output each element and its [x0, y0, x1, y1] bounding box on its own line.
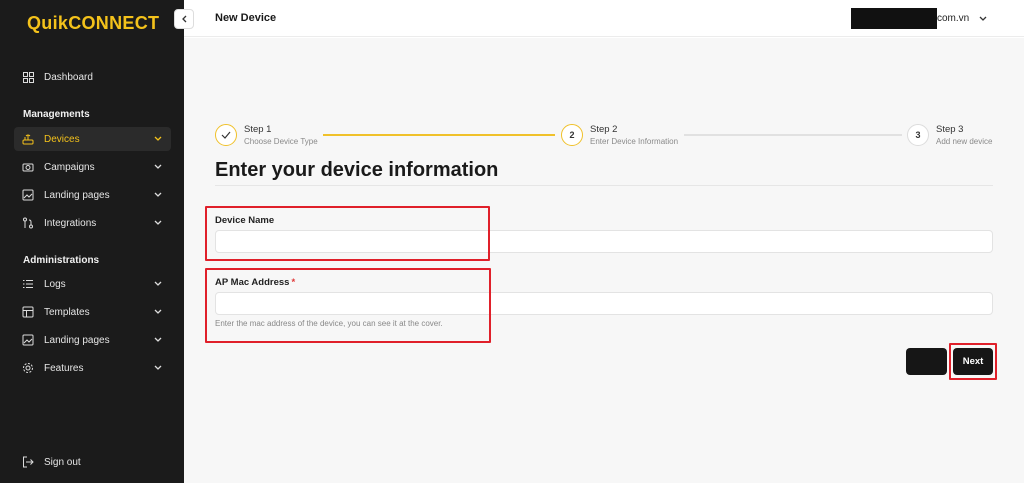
sign-out-button[interactable]: Sign out — [14, 450, 171, 474]
section-title-administrations: Administrations — [23, 255, 100, 266]
step-subtitle: Enter Device Information — [590, 137, 679, 146]
router-icon — [22, 133, 34, 145]
sidebar-item-label: Campaigns — [44, 161, 95, 173]
sidebar-item-integrations[interactable]: Integrations — [14, 211, 171, 235]
sidebar-item-logs[interactable]: Logs — [14, 272, 171, 296]
account-menu[interactable]: com.vn — [851, 8, 989, 29]
app-window: QuikCONNECT Dashboard Managements Device… — [0, 0, 1024, 483]
top-header: New Device com.vn — [184, 0, 1024, 37]
sidebar-item-label: Templates — [44, 306, 90, 318]
grid-icon — [22, 71, 34, 83]
list-icon — [22, 278, 34, 290]
sidebar-item-devices[interactable]: Devices — [14, 127, 171, 151]
git-icon — [22, 217, 34, 229]
stepper-line-complete — [323, 134, 555, 136]
sidebar-item-campaigns[interactable]: Campaigns — [14, 155, 171, 179]
sign-out-label: Sign out — [44, 456, 81, 468]
sidebar-item-label: Dashboard — [44, 71, 93, 83]
sidebar-item-label: Landing pages — [44, 334, 110, 346]
step-title: Step 1 — [244, 124, 272, 135]
redacted-account-name — [851, 8, 937, 29]
back-button[interactable] — [906, 348, 947, 375]
chevron-down-icon — [153, 134, 163, 144]
sidebar-item-landing-pages[interactable]: Landing pages — [14, 183, 171, 207]
step-title: Step 2 — [590, 124, 618, 135]
stepper-line-pending — [684, 134, 902, 136]
chevron-down-icon — [153, 335, 163, 345]
step-3[interactable]: 3 Step 3 Add new device — [907, 124, 992, 146]
page-title: New Device — [215, 12, 277, 24]
sidebar-item-templates[interactable]: Templates — [14, 300, 171, 324]
step-subtitle: Add new device — [936, 137, 993, 146]
sidebar-item-features[interactable]: Features — [14, 356, 171, 380]
account-domain: com.vn — [937, 13, 970, 24]
sidebar-item-label: Integrations — [44, 217, 97, 229]
step-2[interactable]: 2 Step 2 Enter Device Information — [561, 124, 678, 146]
mac-address-label: AP Mac Address * — [215, 277, 295, 288]
check-icon — [215, 124, 237, 146]
brand-logo[interactable]: QuikCONNECT — [27, 13, 159, 34]
step-title: Step 3 — [936, 124, 964, 135]
step-1[interactable]: Step 1 Choose Device Type — [215, 124, 318, 146]
step-subtitle: Choose Device Type — [244, 137, 318, 146]
main-content: Step 1 Choose Device Type 2 Step 2 Enter… — [184, 38, 1024, 483]
step-number: 2 — [561, 124, 583, 146]
required-mark: * — [291, 277, 296, 288]
gear-icon — [22, 362, 34, 374]
image-icon — [22, 189, 34, 201]
sidebar-item-label: Devices — [44, 133, 80, 145]
chevron-left-icon — [182, 15, 187, 23]
section-title-managements: Managements — [23, 109, 90, 120]
camera-icon — [22, 161, 34, 173]
device-name-input[interactable] — [215, 230, 993, 253]
divider — [215, 185, 993, 186]
sidebar-item-label: Logs — [44, 278, 66, 290]
chevron-down-icon — [153, 190, 163, 200]
image-icon — [22, 334, 34, 346]
chevron-down-icon — [153, 279, 163, 289]
sidebar-item-dashboard[interactable]: Dashboard — [14, 65, 171, 89]
device-name-label-text: Device Name — [215, 215, 275, 226]
sidebar: QuikCONNECT Dashboard Managements Device… — [0, 0, 184, 483]
next-button[interactable]: Next — [953, 348, 993, 375]
sidebar-item-label: Landing pages — [44, 189, 110, 201]
chevron-down-icon — [979, 14, 989, 24]
template-icon — [22, 306, 34, 318]
step-number: 3 — [907, 124, 929, 146]
mac-address-hint: Enter the mac address of the device, you… — [215, 319, 443, 328]
chevron-down-icon — [153, 363, 163, 373]
device-name-label: Device Name — [215, 215, 274, 226]
sidebar-item-admin-landing-pages[interactable]: Landing pages — [14, 328, 171, 352]
chevron-down-icon — [153, 162, 163, 172]
mac-address-label-text: AP Mac Address — [215, 277, 290, 288]
mac-address-input[interactable] — [215, 292, 993, 315]
sign-out-icon — [22, 456, 34, 468]
chevron-down-icon — [153, 307, 163, 317]
collapse-sidebar-button[interactable] — [174, 9, 194, 29]
form-title: Enter your device information — [215, 159, 499, 181]
chevron-down-icon — [153, 218, 163, 228]
sidebar-item-label: Features — [44, 362, 84, 374]
